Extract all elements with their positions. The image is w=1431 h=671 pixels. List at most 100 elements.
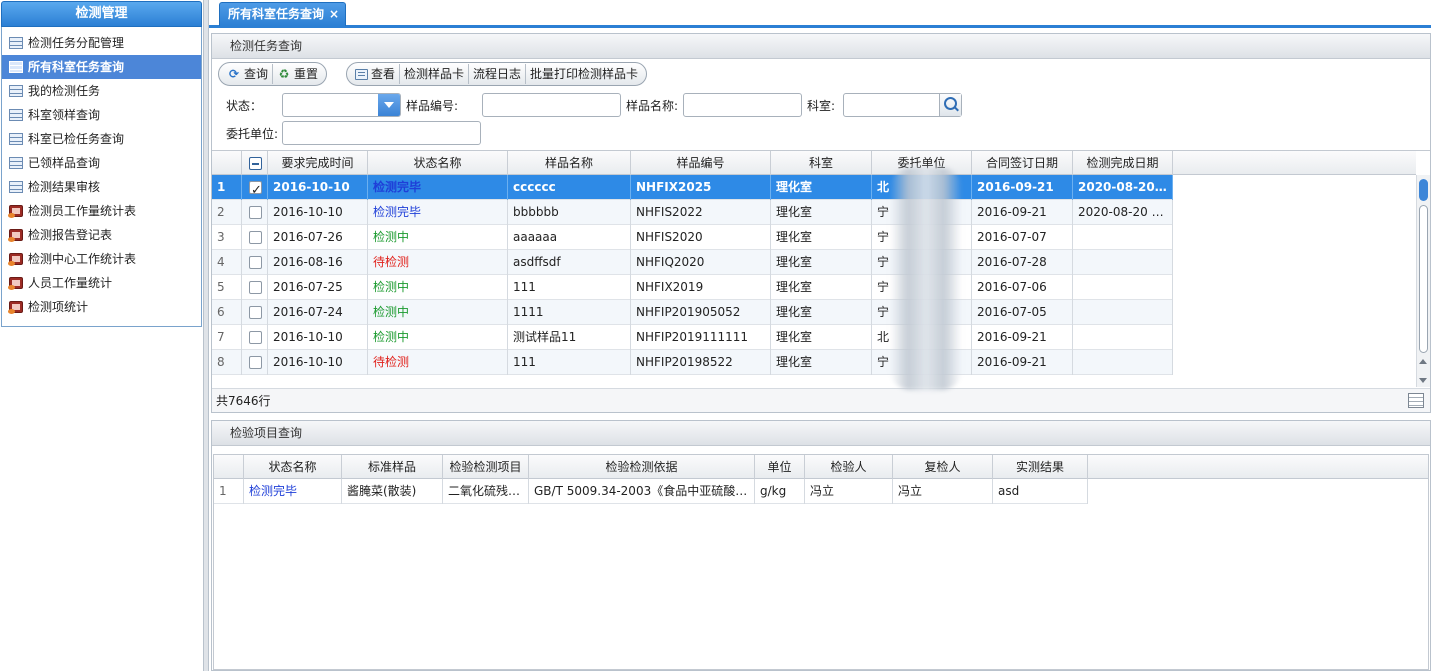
sidebar-item-test-item-stats[interactable]: 检测项统计: [2, 295, 201, 319]
sidebar-item-label: 检测项统计: [28, 300, 89, 314]
row-number: 5: [212, 275, 242, 300]
standard-sample-cell: 酱腌菜(散装): [342, 479, 443, 504]
scroll-up-icon[interactable]: [1419, 359, 1427, 364]
checkbox-icon: [249, 281, 262, 294]
sample-name-cell: bbbbbb: [508, 200, 631, 225]
table-row[interactable]: 4 2016-08-16 待检测 asdffsdf NHFIQ2020 理化室宁 2016-…: [212, 250, 1173, 275]
sidebar-item-dept-sample-pickup[interactable]: 科室领样查询: [2, 103, 201, 127]
column-header[interactable]: 实测结果: [993, 455, 1088, 479]
status-label: 状态：: [226, 99, 263, 113]
scrollbar-thumb[interactable]: [1419, 205, 1428, 353]
sample-card-button[interactable]: 检测样品卡: [399, 64, 468, 84]
status-cell: 检测完毕: [368, 175, 508, 200]
table-row[interactable]: 1 检测完毕 酱腌菜(散装) 二氧化硫残… GB/T 5009.34-2003《…: [214, 479, 1088, 504]
sidebar-item-report-register[interactable]: 检测报告登记表: [2, 223, 201, 247]
checkbox-icon: [249, 231, 262, 244]
column-header[interactable]: 要求完成时间: [268, 151, 368, 175]
table-row[interactable]: 6 2016-07-24 检测中 1111 NHFIP201905052 理化室宁 2016…: [212, 300, 1173, 325]
sidebar-item-label: 检测报告登记表: [28, 228, 113, 242]
table-row[interactable]: 12016-10-10检测完毕ccccccNHFIX2025理化室北2016-0…: [212, 175, 1173, 200]
sidebar-item-all-dept-tasks[interactable]: 所有科室任务查询: [2, 55, 201, 79]
row-checkbox[interactable]: [242, 300, 268, 325]
row-number-header: [214, 455, 244, 479]
contract-date-cell: 2016-09-21: [972, 350, 1073, 375]
close-icon[interactable]: ×: [329, 3, 339, 25]
sample-code-cell: NHFIP20198522: [631, 350, 771, 375]
chevron-down-icon[interactable]: [378, 94, 400, 116]
client-input[interactable]: [282, 121, 481, 145]
report-icon: [8, 301, 23, 314]
row-checkbox[interactable]: [242, 325, 268, 350]
column-header[interactable]: 状态名称: [368, 151, 508, 175]
select-all-checkbox[interactable]: [242, 151, 268, 175]
column-header[interactable]: 检验人: [805, 455, 893, 479]
column-header[interactable]: 复检人: [893, 455, 993, 479]
sample-name-input[interactable]: [683, 93, 802, 117]
tab-all-dept-tasks[interactable]: 所有科室任务查询 ×: [219, 2, 346, 26]
table-row[interactable]: 5 2016-07-25 检测中 111 NHFIX2019 理化室宁 2016-07-06: [212, 275, 1173, 300]
sample-code-cell: NHFIS2022: [631, 200, 771, 225]
row-checkbox[interactable]: [242, 175, 268, 200]
report-icon: [8, 229, 23, 242]
view-button[interactable]: 查看: [351, 64, 399, 84]
column-header[interactable]: 样品编号: [631, 151, 771, 175]
row-checkbox[interactable]: [242, 225, 268, 250]
sidebar-item-picked-samples[interactable]: 已领样品查询: [2, 151, 201, 175]
rechecker-cell: 冯立: [893, 479, 993, 504]
sidebar-item-staff-workload[interactable]: 人员工作量统计: [2, 271, 201, 295]
query-button-label: 查询: [244, 67, 269, 81]
table-row[interactable]: 8 2016-10-10 待检测 111 NHFIP20198522 理化室宁 2016-0…: [212, 350, 1173, 375]
due-date-cell: 2016-08-16: [268, 250, 368, 275]
tester-cell: 冯立: [805, 479, 893, 504]
scroll-down-icon[interactable]: [1419, 378, 1427, 383]
test-basis-cell: GB/T 5009.34-2003《食品中亚硫酸盐…: [529, 479, 755, 504]
column-header[interactable]: 合同签订日期: [972, 151, 1073, 175]
column-header[interactable]: 标准样品: [342, 455, 443, 479]
sidebar-item-center-stats[interactable]: 检测中心工作统计表: [2, 247, 201, 271]
table-row[interactable]: 7 2016-10-10 检测中 测试样品11 NHFIP2019111111 理化室北 2…: [212, 325, 1173, 350]
sample-code-cell: NHFIQ2020: [631, 250, 771, 275]
sidebar-item-tester-workload[interactable]: 检测员工作量统计表: [2, 199, 201, 223]
contract-date-cell: 2016-07-06: [972, 275, 1073, 300]
dept-cell: 理化室: [771, 350, 872, 375]
sample-no-input[interactable]: [482, 93, 621, 117]
row-checkbox[interactable]: [242, 200, 268, 225]
finish-date-cell: 2020-08-20 1...: [1073, 175, 1173, 200]
table-row[interactable]: 3 2016-07-26 检测中 aaaaaa NHFIS2020 理化室宁 2016-07…: [212, 225, 1173, 250]
row-number: 3: [212, 225, 242, 250]
column-header[interactable]: 检验检测项目: [443, 455, 529, 479]
sidebar-item-result-review[interactable]: 检测结果审核: [2, 175, 201, 199]
recycle-icon: ♻: [278, 67, 290, 81]
sidebar-item-dept-checked-tasks[interactable]: 科室已检任务查询: [2, 127, 201, 151]
sample-code-cell: NHFIP2019111111: [631, 325, 771, 350]
row-checkbox[interactable]: [242, 250, 268, 275]
column-header[interactable]: 检测完成日期: [1073, 151, 1173, 175]
column-header[interactable]: 科室: [771, 151, 872, 175]
sample-code-cell: NHFIP201905052: [631, 300, 771, 325]
scrollbar-thumb-indicator[interactable]: [1419, 179, 1428, 201]
batch-print-button[interactable]: 批量打印检测样品卡: [525, 64, 642, 84]
status-select[interactable]: [282, 93, 401, 117]
table-row[interactable]: 2 2016-10-10 检测完毕 bbbbbb NHFIS2022 理化室宁 2016-0…: [212, 200, 1173, 225]
layout-splitter[interactable]: [203, 0, 209, 671]
sidebar-item-my-tasks[interactable]: 我的检测任务: [2, 79, 201, 103]
grid-settings-icon[interactable]: [1408, 393, 1424, 408]
vertical-scrollbar[interactable]: [1416, 175, 1430, 387]
sidebar-item-label: 检测中心工作统计表: [28, 252, 137, 266]
sidebar-item-task-assign[interactable]: 检测任务分配管理: [2, 31, 201, 55]
column-header[interactable]: 检验检测依据: [529, 455, 755, 479]
sample-no-label: 样品编号:: [406, 99, 459, 113]
query-button[interactable]: ⟳ 查询: [223, 64, 272, 84]
row-checkbox[interactable]: [242, 275, 268, 300]
finish-date-cell: [1073, 250, 1173, 275]
column-header[interactable]: 样品名称: [508, 151, 631, 175]
column-header[interactable]: 状态名称: [244, 455, 342, 479]
flow-log-button[interactable]: 流程日志: [468, 64, 525, 84]
reset-button[interactable]: ♻ 重置: [272, 64, 322, 84]
search-icon[interactable]: [939, 94, 961, 116]
row-checkbox[interactable]: [242, 350, 268, 375]
checkbox-icon: [249, 331, 262, 344]
column-header[interactable]: 单位: [755, 455, 805, 479]
due-date-cell: 2016-10-10: [268, 200, 368, 225]
dept-combo[interactable]: [843, 93, 962, 117]
